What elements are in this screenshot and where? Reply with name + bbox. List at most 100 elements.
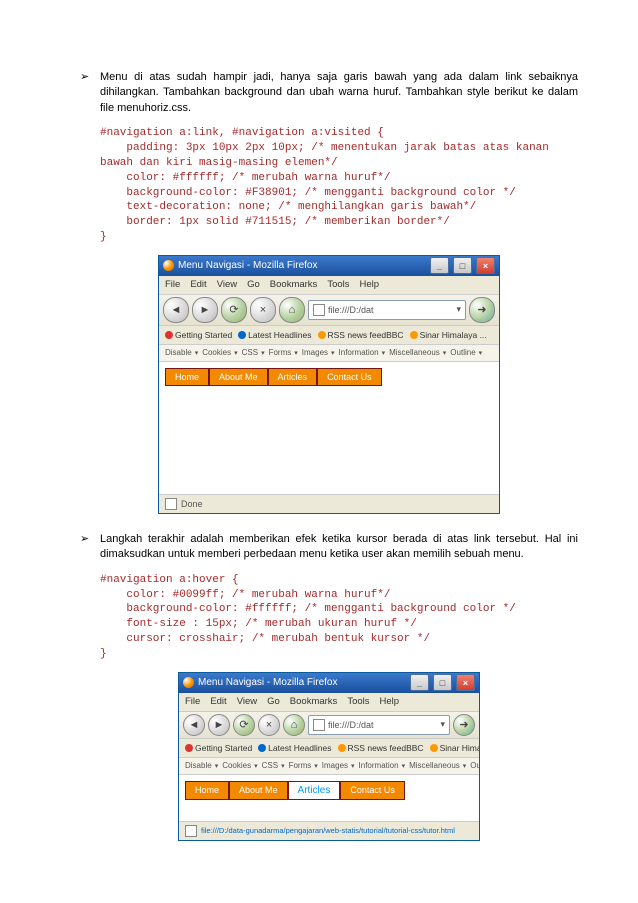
titlebar: Menu Navigasi - Mozilla Firefox _ □ × xyxy=(159,256,499,276)
firefox-window-1: Menu Navigasi - Mozilla Firefox _ □ × Fi… xyxy=(158,255,500,514)
menu-file[interactable]: File xyxy=(185,696,200,707)
bookmark-sinar[interactable]: Sinar Himalaya ... xyxy=(430,743,479,753)
menu-go[interactable]: Go xyxy=(267,696,280,707)
dev-info[interactable]: Information xyxy=(359,761,406,770)
bookmark-getting-started[interactable]: Getting Started xyxy=(165,330,232,340)
forward-button[interactable]: ► xyxy=(192,297,218,323)
dev-info[interactable]: Information xyxy=(339,348,386,357)
forward-button[interactable]: ► xyxy=(208,714,230,736)
dev-forms[interactable]: Forms xyxy=(269,348,298,357)
minimize-button[interactable]: _ xyxy=(410,674,429,691)
menu-edit[interactable]: Edit xyxy=(190,279,206,290)
reload-button[interactable]: ⟳ xyxy=(221,297,247,323)
bookmark-latest-headlines[interactable]: Latest Headlines xyxy=(238,330,311,340)
menu-view[interactable]: View xyxy=(237,696,257,707)
page-content: Home About Me Articles Contact Us xyxy=(179,775,479,821)
window-title: Menu Navigasi - Mozilla Firefox xyxy=(198,677,406,688)
bookmark-getting-started[interactable]: Getting Started xyxy=(185,743,252,753)
back-button[interactable]: ◄ xyxy=(183,714,205,736)
reload-button[interactable]: ⟳ xyxy=(233,714,255,736)
nav-about[interactable]: About Me xyxy=(229,781,288,800)
window-title: Menu Navigasi - Mozilla Firefox xyxy=(178,260,426,271)
bullet-icon: ➢ xyxy=(80,532,100,569)
url-text: file:///D:/dat xyxy=(328,305,374,315)
dev-images[interactable]: Images xyxy=(302,348,335,357)
url-bar[interactable]: file:///D:/dat ▾ xyxy=(308,300,466,320)
bookmark-rss[interactable]: RSS news feedBBC xyxy=(318,330,404,340)
back-button[interactable]: ◄ xyxy=(163,297,189,323)
minimize-button[interactable]: _ xyxy=(430,257,449,274)
dev-disable[interactable]: Disable xyxy=(185,761,218,770)
dev-disable[interactable]: Disable xyxy=(165,348,198,357)
menu-bookmarks[interactable]: Bookmarks xyxy=(290,696,338,707)
dev-outline[interactable]: Outline xyxy=(450,348,482,357)
maximize-button[interactable]: □ xyxy=(453,257,472,274)
menu-tools[interactable]: Tools xyxy=(347,696,369,707)
menu-bar: File Edit View Go Bookmarks Tools Help xyxy=(179,693,479,712)
home-button[interactable]: ⌂ xyxy=(283,714,305,736)
status-text: Done xyxy=(181,499,203,509)
dev-cookies[interactable]: Cookies xyxy=(202,348,237,357)
status-icon xyxy=(165,498,177,510)
dev-images[interactable]: Images xyxy=(322,761,355,770)
titlebar: Menu Navigasi - Mozilla Firefox _ □ × xyxy=(179,673,479,693)
menu-help[interactable]: Help xyxy=(380,696,400,707)
bullet-icon: ➢ xyxy=(80,70,100,122)
status-url: file:///D:/data-gunadarma/pengajaran/web… xyxy=(201,826,455,835)
firefox-icon xyxy=(163,260,174,271)
bookmark-latest-headlines[interactable]: Latest Headlines xyxy=(258,743,331,753)
menu-view[interactable]: View xyxy=(217,279,237,290)
menu-help[interactable]: Help xyxy=(360,279,380,290)
nav-home[interactable]: Home xyxy=(185,781,229,800)
dev-toolbar: Disable Cookies CSS Forms Images Informa… xyxy=(179,758,479,775)
paragraph-1: Menu di atas sudah hampir jadi, hanya sa… xyxy=(100,70,578,116)
stop-button[interactable]: × xyxy=(250,297,276,323)
dev-misc[interactable]: Miscellaneous xyxy=(409,761,466,770)
menu-go[interactable]: Go xyxy=(247,279,260,290)
page-content: Home About Me Articles Contact Us xyxy=(159,362,499,494)
code-block-2: #navigation a:hover { color: #0099ff; /*… xyxy=(100,573,578,662)
dev-outline[interactable]: Outline xyxy=(470,761,479,770)
nav-home[interactable]: Home xyxy=(165,368,209,386)
paragraph-2: Langkah terakhir adalah memberikan efek … xyxy=(100,532,578,563)
maximize-button[interactable]: □ xyxy=(433,674,452,691)
bookmark-rss[interactable]: RSS news feedBBC xyxy=(338,743,424,753)
nav-menu: Home About Me Articles Contact Us xyxy=(185,781,405,800)
nav-contact[interactable]: Contact Us xyxy=(340,781,405,800)
url-text: file:///D:/dat xyxy=(328,720,374,730)
dev-forms[interactable]: Forms xyxy=(289,761,318,770)
stop-button[interactable]: × xyxy=(258,714,280,736)
status-icon xyxy=(185,825,197,837)
menu-edit[interactable]: Edit xyxy=(210,696,226,707)
dev-misc[interactable]: Miscellaneous xyxy=(389,348,446,357)
bookmarks-bar: Getting Started Latest Headlines RSS new… xyxy=(179,739,479,758)
dev-cookies[interactable]: Cookies xyxy=(222,761,257,770)
menu-bar: File Edit View Go Bookmarks Tools Help xyxy=(159,276,499,295)
close-button[interactable]: × xyxy=(456,674,475,691)
nav-contact[interactable]: Contact Us xyxy=(317,368,382,386)
status-bar: file:///D:/data-gunadarma/pengajaran/web… xyxy=(179,821,479,840)
go-button[interactable]: ➜ xyxy=(469,297,495,323)
nav-menu: Home About Me Articles Contact Us xyxy=(165,368,382,386)
toolbar: ◄ ► ⟳ × ⌂ file:///D:/dat ▾ ➜ xyxy=(159,295,499,326)
page-icon xyxy=(313,719,325,731)
url-bar[interactable]: file:///D:/dat ▾ xyxy=(308,715,450,735)
dev-css[interactable]: CSS xyxy=(242,348,265,357)
firefox-window-2: Menu Navigasi - Mozilla Firefox _ □ × Fi… xyxy=(178,672,480,841)
menu-file[interactable]: File xyxy=(165,279,180,290)
status-bar: Done xyxy=(159,494,499,513)
menu-tools[interactable]: Tools xyxy=(327,279,349,290)
bookmarks-bar: Getting Started Latest Headlines RSS new… xyxy=(159,326,499,345)
go-button[interactable]: ➜ xyxy=(453,714,475,736)
code-block-1: #navigation a:link, #navigation a:visite… xyxy=(100,126,578,245)
firefox-icon xyxy=(183,677,194,688)
menu-bookmarks[interactable]: Bookmarks xyxy=(270,279,318,290)
nav-articles-hover[interactable]: Articles xyxy=(288,781,341,800)
dev-css[interactable]: CSS xyxy=(262,761,285,770)
toolbar: ◄ ► ⟳ × ⌂ file:///D:/dat ▾ ➜ xyxy=(179,712,479,739)
nav-articles[interactable]: Articles xyxy=(268,368,318,386)
bookmark-sinar[interactable]: Sinar Himalaya ... xyxy=(410,330,487,340)
nav-about[interactable]: About Me xyxy=(209,368,268,386)
home-button[interactable]: ⌂ xyxy=(279,297,305,323)
close-button[interactable]: × xyxy=(476,257,495,274)
